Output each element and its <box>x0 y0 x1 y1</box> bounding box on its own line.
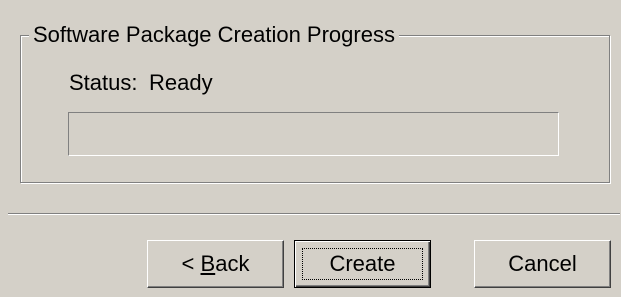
cancel-button[interactable]: Cancel <box>474 240 611 288</box>
back-button-label: < Back <box>181 251 250 276</box>
progress-bar <box>68 112 559 156</box>
separator <box>8 213 620 215</box>
back-button[interactable]: < Back <box>147 240 284 288</box>
create-button-label: Create <box>329 251 396 276</box>
progress-groupbox: Software Package Creation Progress Statu… <box>20 20 610 183</box>
status-value: Ready <box>149 70 213 95</box>
create-button[interactable]: Create <box>294 240 431 288</box>
cancel-button-label: Cancel <box>508 251 577 276</box>
groupbox-title: Software Package Creation Progress <box>29 20 399 50</box>
status-label: Status: <box>69 70 138 95</box>
